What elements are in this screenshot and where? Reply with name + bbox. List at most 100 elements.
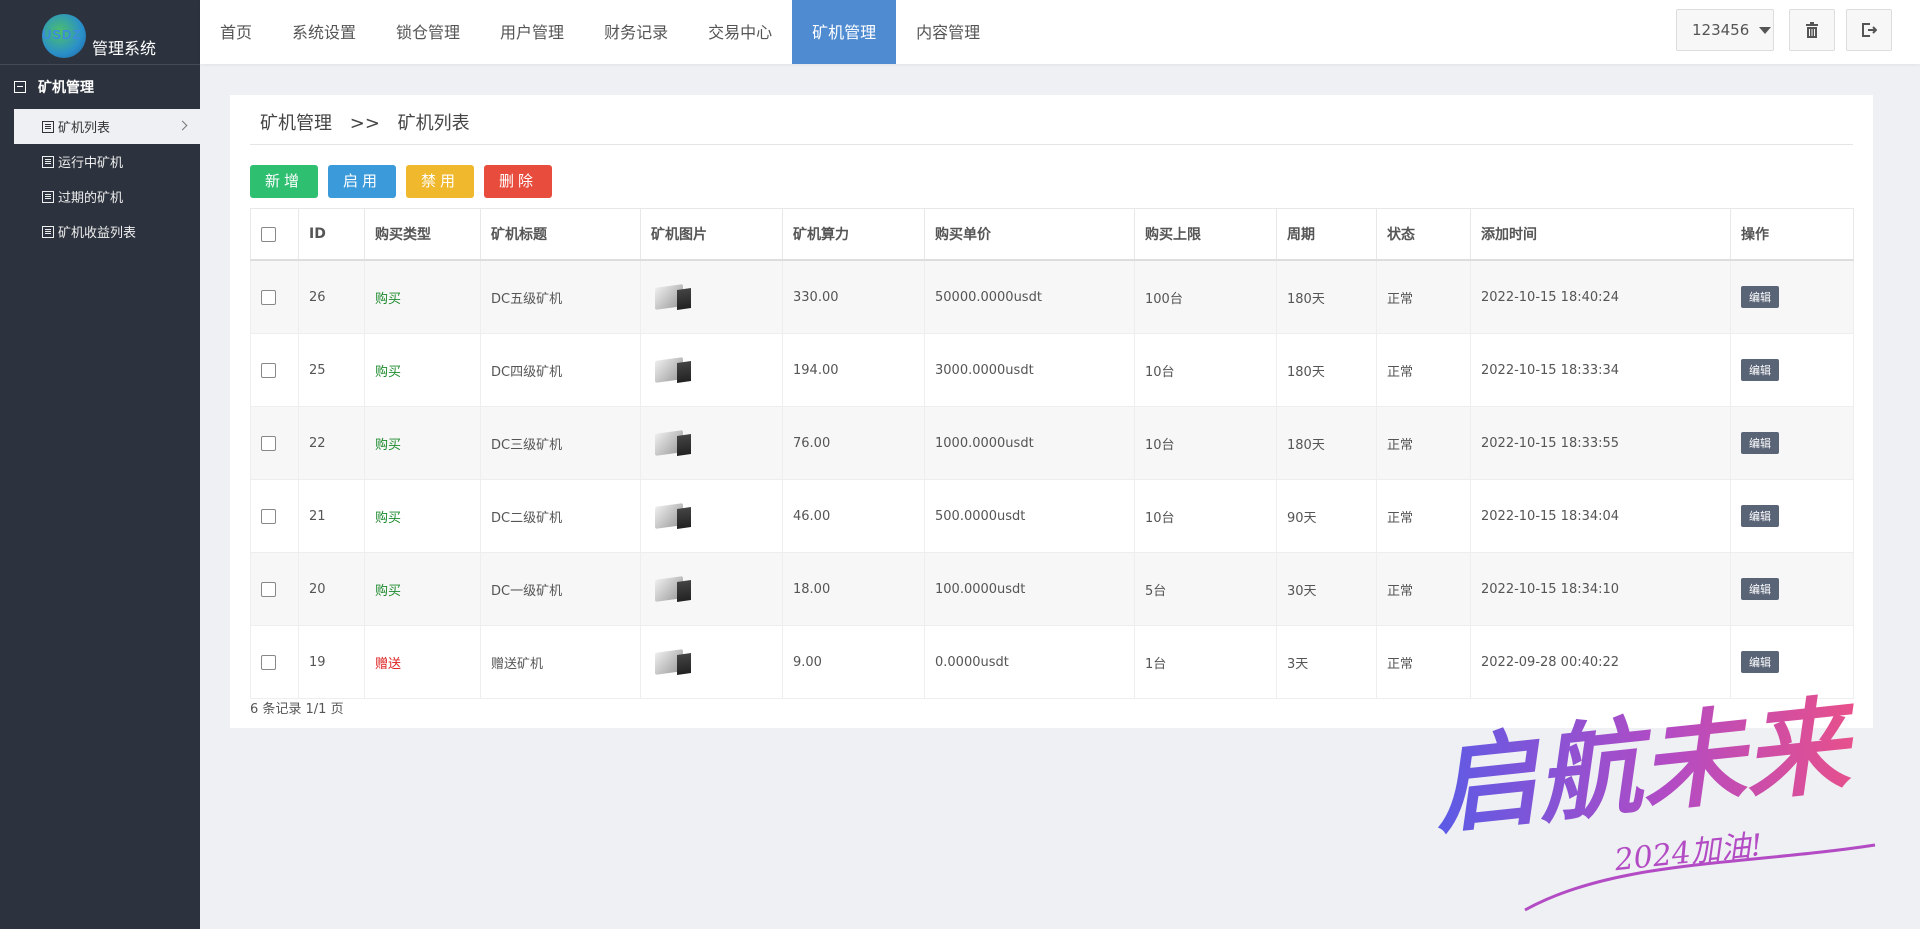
row-checkbox[interactable] [261, 435, 276, 451]
sidebar-item-expired[interactable]: 过期的矿机 [0, 179, 200, 214]
cell-limit: 10台 [1134, 479, 1277, 553]
logout-button[interactable] [1846, 9, 1892, 51]
cell-image [640, 552, 783, 626]
edit-button[interactable]: 编辑 [1741, 286, 1779, 308]
miner-image [651, 426, 695, 460]
sidebar-item-miner-list[interactable]: 矿机列表 [14, 109, 200, 144]
cell-type: 购买 [364, 406, 481, 480]
divider [250, 144, 1853, 145]
sidebar-group-miner[interactable]: 矿机管理 [0, 65, 200, 109]
watermark-main: 启航未来 [1427, 682, 1865, 849]
collapse-icon [14, 81, 26, 93]
cell-status: 正常 [1376, 479, 1471, 553]
row-checkbox[interactable] [261, 289, 276, 305]
nav-users[interactable]: 用户管理 [480, 0, 584, 64]
cell-power: 18.00 [782, 552, 925, 626]
add-button[interactable]: 新增 [250, 165, 319, 198]
user-dropdown[interactable]: 123456 [1676, 9, 1774, 51]
logo: USDZ 管理系统 [0, 0, 200, 65]
enable-button[interactable]: 启用 [328, 165, 397, 198]
cell-id: 25 [298, 333, 365, 407]
sidebar-item-label: 运行中矿机 [58, 156, 124, 171]
list-icon [42, 190, 54, 203]
cell-image [640, 333, 783, 407]
sidebar-item-label: 矿机列表 [58, 121, 111, 136]
cell-time: 2022-10-15 18:40:24 [1470, 259, 1731, 334]
cell-limit: 10台 [1134, 406, 1277, 480]
row-select-cell [250, 625, 299, 699]
cell-price: 500.0000usdt [924, 479, 1135, 553]
sidebar: USDZ 管理系统 矿机管理 矿机列表 运行中矿机 过期的矿机 矿机收益列表 [0, 0, 200, 929]
pagination-info: 6 条记录 1/1 页 [250, 702, 344, 717]
sidebar-group-label: 矿机管理 [38, 80, 94, 96]
nav-home[interactable]: 首页 [200, 0, 272, 64]
cell-status: 正常 [1376, 552, 1471, 626]
edit-button[interactable]: 编辑 [1741, 359, 1779, 381]
clear-cache-button[interactable] [1789, 9, 1835, 51]
cell-title: DC一级矿机 [480, 552, 641, 626]
top-nav-bar: 首页 系统设置 锁仓管理 用户管理 财务记录 交易中心 矿机管理 内容管理 12… [200, 0, 1920, 64]
sidebar-item-running[interactable]: 运行中矿机 [0, 144, 200, 179]
cell-image [640, 479, 783, 553]
col-header: 购买单价 [924, 208, 1135, 261]
cell-limit: 10台 [1134, 333, 1277, 407]
nav-content[interactable]: 内容管理 [896, 0, 1000, 64]
table-header-row: ID 购买类型 矿机标题 矿机图片 矿机算力 购买单价 购买上限 周期 状态 添… [250, 208, 1854, 261]
row-checkbox[interactable] [261, 654, 276, 670]
col-header: 矿机标题 [480, 208, 641, 261]
sidebar-item-earnings[interactable]: 矿机收益列表 [0, 214, 200, 249]
toolbar: 新增 启用 禁用 删除 [250, 165, 553, 198]
miner-image [651, 645, 695, 679]
cell-type: 赠送 [364, 625, 481, 699]
cell-price: 100.0000usdt [924, 552, 1135, 626]
row-select-cell [250, 259, 299, 334]
logout-icon [1862, 23, 1877, 37]
nav-trade[interactable]: 交易中心 [688, 0, 792, 64]
row-select-cell [250, 406, 299, 480]
edit-button[interactable]: 编辑 [1741, 505, 1779, 527]
row-checkbox[interactable] [261, 508, 276, 524]
col-header: 矿机算力 [782, 208, 925, 261]
cell-price: 1000.0000usdt [924, 406, 1135, 480]
cell-period: 180天 [1276, 333, 1377, 407]
nav-miner[interactable]: 矿机管理 [792, 0, 897, 64]
cell-time: 2022-10-15 18:33:34 [1470, 333, 1731, 407]
cell-title: DC五级矿机 [480, 259, 641, 334]
row-select-cell [250, 479, 299, 553]
delete-button[interactable]: 删除 [484, 165, 553, 198]
breadcrumb-parent[interactable]: 矿机管理 [260, 113, 332, 134]
row-checkbox[interactable] [261, 362, 276, 378]
cell-id: 22 [298, 406, 365, 480]
table-row: 22 购买 DC三级矿机 76.00 1000.0000usdt 10台 180… [250, 406, 1854, 480]
select-all-checkbox[interactable] [261, 226, 276, 242]
cell-status: 正常 [1376, 333, 1471, 407]
system-name: 管理系统 [92, 39, 157, 58]
nav-finance[interactable]: 财务记录 [584, 0, 688, 64]
row-checkbox[interactable] [261, 581, 276, 597]
cell-time: 2022-10-15 18:33:55 [1470, 406, 1731, 480]
table-row: 21 购买 DC二级矿机 46.00 500.0000usdt 10台 90天 … [250, 479, 1854, 553]
disable-button[interactable]: 禁用 [406, 165, 475, 198]
list-icon [42, 120, 54, 133]
breadcrumb: 矿机管理 >> 矿机列表 [260, 109, 470, 135]
row-select-cell [250, 333, 299, 407]
cell-title: DC四级矿机 [480, 333, 641, 407]
cell-period: 180天 [1276, 259, 1377, 334]
cell-status: 正常 [1376, 259, 1471, 334]
col-header: 操作 [1730, 208, 1854, 261]
edit-button[interactable]: 编辑 [1741, 432, 1779, 454]
cell-period: 30天 [1276, 552, 1377, 626]
cell-image [640, 625, 783, 699]
nav-lock[interactable]: 锁仓管理 [376, 0, 480, 64]
cell-period: 90天 [1276, 479, 1377, 553]
nav-settings[interactable]: 系统设置 [272, 0, 376, 64]
col-header: 矿机图片 [640, 208, 783, 261]
cell-type: 购买 [364, 259, 481, 334]
edit-button[interactable]: 编辑 [1741, 578, 1779, 600]
cell-period: 180天 [1276, 406, 1377, 480]
miner-image [651, 499, 695, 533]
miner-image [651, 280, 695, 314]
logo-abbr: USDZ [42, 27, 82, 42]
cell-time: 2022-10-15 18:34:10 [1470, 552, 1731, 626]
col-header: 添加时间 [1470, 208, 1731, 261]
